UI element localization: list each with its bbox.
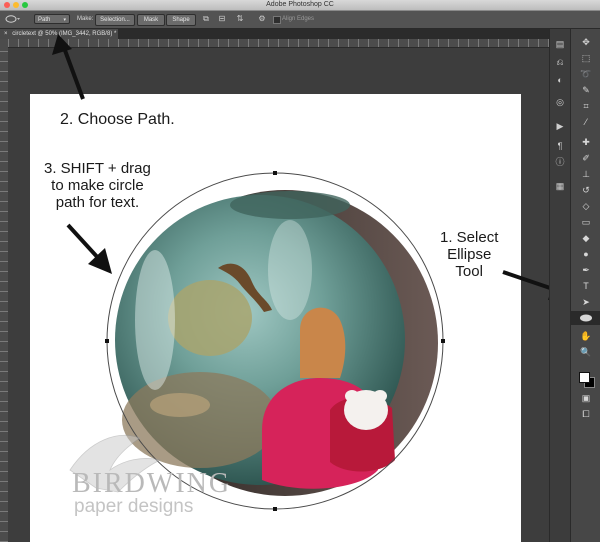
pen-icon[interactable]: ✒: [571, 263, 600, 277]
hand-icon[interactable]: ✋: [571, 329, 600, 343]
ellipse-tool-icon[interactable]: [571, 311, 600, 325]
arrow-circle-path: [66, 223, 112, 274]
history-brush-icon[interactable]: ↺: [571, 183, 600, 197]
path-select-icon[interactable]: ➤: [571, 295, 600, 309]
annotation-step1: 1. Select Ellipse Tool: [440, 229, 499, 280]
info-panel-icon[interactable]: ⓘ: [550, 155, 570, 169]
screen-mode-icon[interactable]: ⧠: [571, 407, 600, 421]
porthole-photo: [115, 190, 438, 496]
quick-mask-icon[interactable]: ▣: [571, 391, 600, 405]
eyedropper-icon[interactable]: ⁄: [571, 115, 600, 129]
eraser-icon[interactable]: ◇: [571, 199, 600, 213]
blur-icon[interactable]: ◆: [571, 231, 600, 245]
crop-icon[interactable]: ⌗: [571, 99, 600, 113]
brush-presets-icon[interactable]: ▦: [550, 179, 570, 193]
healing-brush-icon[interactable]: ✚: [571, 135, 600, 149]
brush-icon[interactable]: ✐: [571, 151, 600, 165]
canvas-artwork: [52, 34, 570, 511]
gradient-icon[interactable]: ▭: [571, 215, 600, 229]
arrow-choose-path: [52, 34, 85, 100]
foreground-color-swatch[interactable]: [579, 372, 590, 383]
zoom-icon[interactable]: 🔍: [571, 345, 600, 359]
quick-select-icon[interactable]: ✎: [571, 83, 600, 97]
move-icon[interactable]: ✥: [571, 35, 600, 49]
tools-panel: ✥ ⬚ ➰ ✎ ⌗ ⁄ ✚ ✐ ⊥ ↺ ◇ ▭ ◆ ● ✒ T ➤ ✋ 🔍 ▣ …: [570, 29, 600, 542]
watermark-paper-designs: paper designs: [74, 496, 194, 517]
history-panel-icon[interactable]: ⎌: [550, 55, 570, 69]
channels-panel-icon[interactable]: ◎: [550, 95, 570, 109]
adjustments-panel-icon[interactable]: ◐: [550, 73, 570, 87]
annotation-step3: 3. SHIFT + drag to make circle path for …: [44, 160, 151, 211]
lasso-icon[interactable]: ➰: [571, 67, 600, 81]
character-panel-icon[interactable]: ¶: [550, 139, 570, 153]
marquee-icon[interactable]: ⬚: [571, 51, 600, 65]
collapsed-panels-strip: ▤ ⎌ ◐ ◎ ▶ ¶ ⓘ ▦: [549, 29, 570, 542]
dodge-icon[interactable]: ●: [571, 247, 600, 261]
type-icon[interactable]: T: [571, 279, 600, 293]
annotation-step2: 2. Choose Path.: [60, 111, 175, 128]
play-actions-icon[interactable]: ▶: [550, 119, 570, 133]
layers-panel-icon[interactable]: ▤: [550, 37, 570, 51]
clone-stamp-icon[interactable]: ⊥: [571, 167, 600, 181]
